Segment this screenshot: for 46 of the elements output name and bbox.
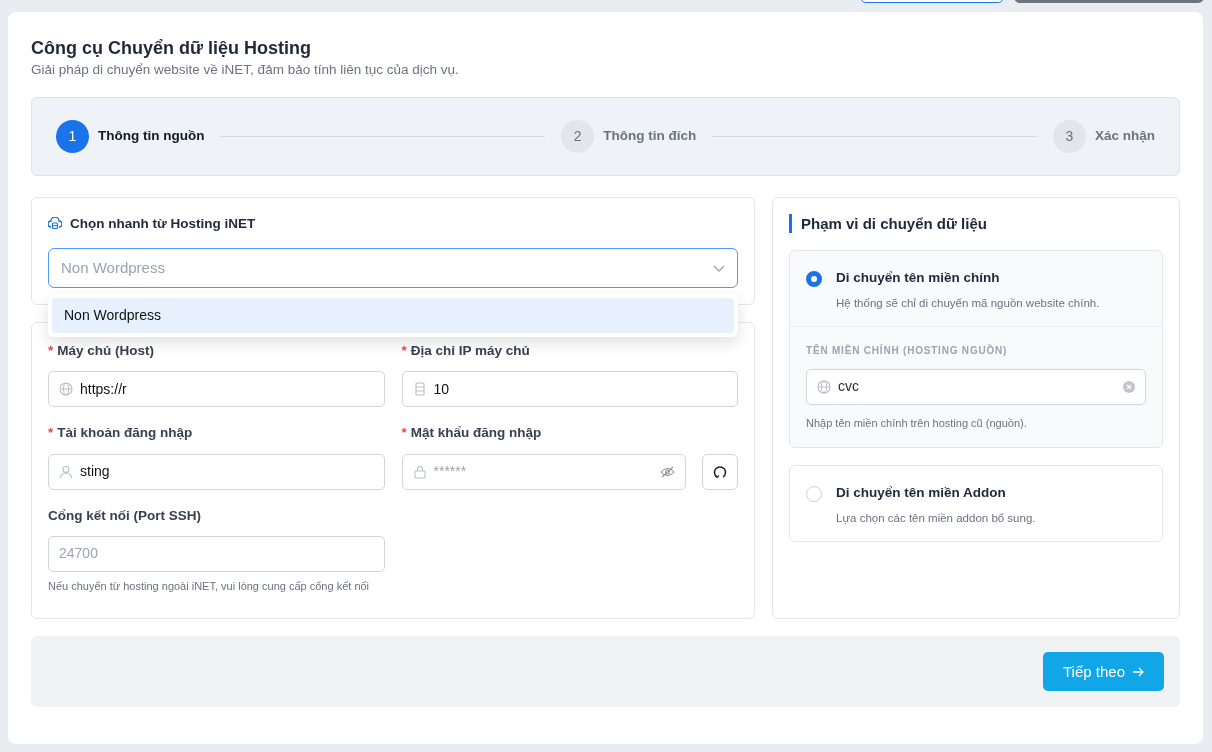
- radio-button[interactable]: [806, 271, 822, 288]
- arrow-right-icon: [1132, 666, 1144, 677]
- scope-option-card[interactable]: Di chuyển tên miền Addon Lựa chọn các tên miền addon bổ sung.: [789, 465, 1163, 542]
- domain-label: TÊN MIỀN CHÍNH (HOSTING NGUỒN): [806, 343, 1009, 358]
- clear-icon[interactable]: [1123, 380, 1135, 393]
- input-field[interactable]: https://r: [48, 371, 385, 408]
- user-icon: [59, 464, 73, 479]
- domain-hint: Nhập tên miền chính trên hosting cũ (nguồn).: [806, 415, 1028, 431]
- required-asterisk: *: [401, 425, 407, 441]
- step-number: 2: [561, 119, 595, 153]
- globe-icon: [817, 379, 831, 394]
- step-label[interactable]: Thông tin nguồn: [98, 126, 205, 147]
- field-label: Máy chủ (Host): [57, 343, 155, 359]
- scope-title: Phạm vi di chuyển dữ liệu: [789, 213, 1163, 234]
- lock-icon: [412, 464, 427, 479]
- field-label: Mật khẩu đăng nhập: [410, 425, 542, 441]
- step-number: 3: [1053, 119, 1086, 153]
- required-asterisk: *: [48, 343, 54, 359]
- globe-icon: [59, 382, 73, 397]
- refresh-button[interactable]: [702, 453, 738, 490]
- page-subtitle: Giải pháp di chuyển website về iNET, đảm bảo tính liên tục của dịch vụ.: [31, 60, 460, 79]
- input-field[interactable]: sting: [48, 453, 385, 490]
- input-field[interactable]: 10: [401, 371, 738, 408]
- step-label[interactable]: Xác nhận: [1095, 126, 1155, 147]
- domain-input[interactable]: cvc: [806, 368, 1146, 405]
- dropdown-option[interactable]: Non Wordpress: [52, 297, 734, 333]
- refresh-icon: [713, 464, 727, 479]
- field-label: Tài khoản đăng nhập: [57, 425, 193, 441]
- required-asterisk: *: [48, 425, 54, 441]
- field-hint: Nếu chuyển từ hosting ngoài iNET, vui lòng cung cấp cổng kết nối: [48, 578, 371, 594]
- step-label[interactable]: Thông tin đích: [603, 126, 697, 147]
- field-label: Cổng kết nối (Port SSH): [48, 507, 201, 523]
- eye-off-icon[interactable]: [660, 465, 675, 478]
- option-description: Lựa chọn các tên miền addon bổ sung.: [836, 510, 1036, 526]
- scope-option-card[interactable]: Di chuyển tên miền chính Hệ thống sẽ chỉ di chuyển mã nguồn website chính. TÊN MIỀN CHÍNH (HOSTING NGUỒN) cvc Nhập tên miền chính trên hosting cũ (nguồn).: [789, 250, 1163, 449]
- chevron-down-icon: [713, 264, 725, 272]
- required-asterisk: *: [401, 343, 407, 359]
- page-title: Công cụ Chuyển dữ liệu Hosting: [31, 38, 313, 60]
- option-title: Di chuyển tên miền Addon: [836, 484, 1007, 503]
- option-description: Hệ thống sẽ chỉ di chuyển mã nguồn website chính.: [836, 295, 1100, 311]
- cloud-server-icon: [48, 217, 62, 231]
- field-label: Địa chỉ IP máy chủ: [410, 343, 530, 359]
- quick-select-title: Chọn nhanh từ Hosting iNET: [70, 214, 256, 233]
- option-title: Di chuyển tên miền chính: [836, 269, 1001, 288]
- step-number: 1: [56, 119, 89, 153]
- server-icon: [412, 382, 427, 397]
